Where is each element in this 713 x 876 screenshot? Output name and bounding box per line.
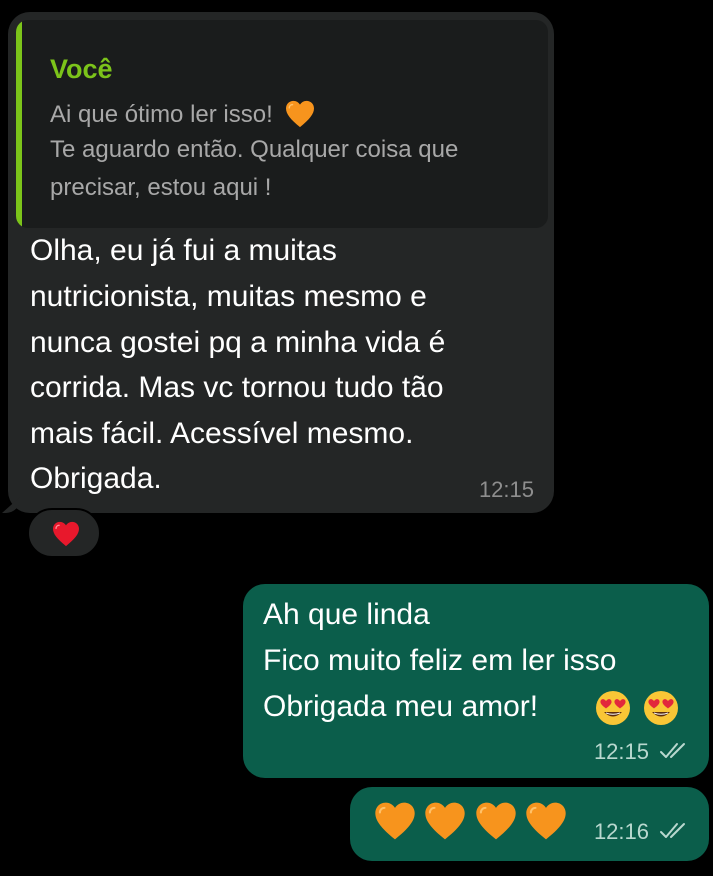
orange-heart-icon bbox=[526, 802, 567, 840]
quote-author: Você bbox=[50, 54, 113, 84]
outgoing-message-bubble[interactable]: Ah que linda Fico muito feliz em ler iss… bbox=[243, 584, 709, 778]
quote-line: Ai que ótimo ler isso! bbox=[50, 100, 315, 129]
orange-heart-icon bbox=[375, 802, 415, 840]
emoji-group bbox=[595, 690, 679, 730]
orange-heart-icon bbox=[286, 100, 315, 128]
read-receipt-icon bbox=[660, 743, 685, 758]
quote-line-text: Ai que ótimo ler isso! bbox=[50, 101, 273, 128]
bubble-tail bbox=[2, 497, 20, 513]
emoji-group bbox=[374, 801, 567, 846]
message-line: Obrigada. bbox=[30, 462, 162, 495]
orange-heart-icon bbox=[476, 802, 516, 840]
message-line: nunca gostei pq a minha vida é bbox=[30, 326, 446, 359]
heart-eyes-icon bbox=[644, 691, 679, 725]
message-line: mais fácil. Acessível mesmo. bbox=[30, 417, 414, 450]
heart-eyes-icon bbox=[596, 691, 630, 725]
message-line: Obrigada meu amor! bbox=[263, 690, 539, 723]
read-receipt-icon bbox=[660, 823, 685, 838]
message-timestamp: 12:16 bbox=[593, 819, 649, 844]
message-line: Olha, eu já fui a muitas bbox=[30, 234, 337, 267]
reaction-badge[interactable] bbox=[27, 508, 101, 558]
message-line: Ah que linda bbox=[263, 598, 430, 631]
message-line: Fico muito feliz em ler isso bbox=[263, 644, 617, 677]
message-line: nutricionista, muitas mesmo e bbox=[30, 280, 427, 313]
outgoing-message-bubble[interactable]: 12:16 bbox=[350, 787, 709, 861]
message-line: corrida. Mas vc tornou tudo tão bbox=[30, 371, 444, 404]
red-heart-icon bbox=[53, 521, 79, 547]
quoted-message[interactable]: Você Ai que ótimo ler isso! Te aguardo e… bbox=[16, 20, 548, 228]
quote-line: precisar, estou aqui ! bbox=[50, 174, 272, 201]
quote-accent-bar bbox=[16, 20, 22, 228]
quote-line: Te aguardo então. Qualquer coisa que bbox=[50, 136, 459, 163]
orange-heart-icon bbox=[425, 802, 466, 840]
message-timestamp: 12:15 bbox=[478, 477, 534, 502]
incoming-message-bubble[interactable]: Você Ai que ótimo ler isso! Te aguardo e… bbox=[2, 12, 554, 513]
message-timestamp: 12:15 bbox=[593, 739, 649, 764]
